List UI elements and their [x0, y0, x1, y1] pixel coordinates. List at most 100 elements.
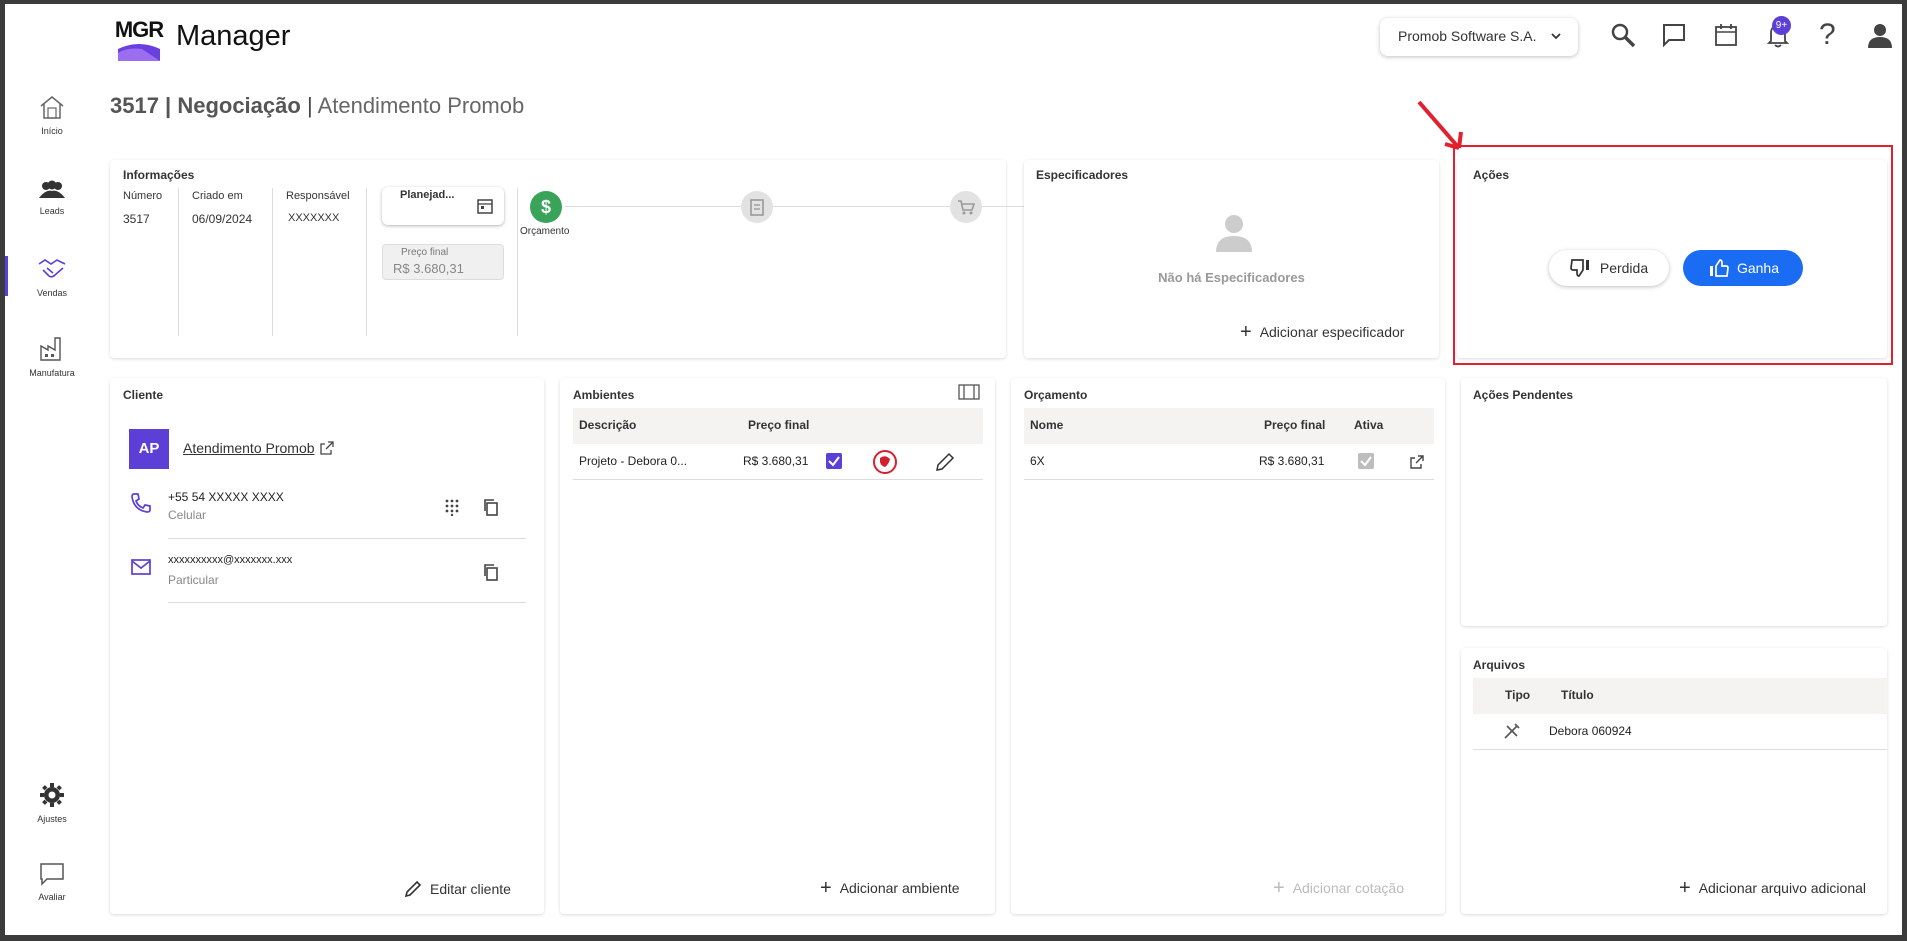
status-select[interactable]: Planejad...: [382, 187, 504, 225]
acoes-pendentes-card: Ações Pendentes: [1461, 378, 1887, 626]
page-title: 3517 | Negociação | Atendimento Promob: [110, 93, 524, 119]
company-select[interactable]: Promob Software S.A.: [1380, 18, 1578, 56]
add-especificador-label: Adicionar especificador: [1259, 324, 1405, 340]
add-arquivo-button[interactable]: + Adicionar arquivo adicional: [1679, 877, 1867, 899]
logo-text: MGR: [114, 17, 164, 42]
open-external-icon[interactable]: [1409, 454, 1425, 470]
cliente-name-link[interactable]: Atendimento Promob: [183, 440, 335, 456]
preco-final-label: Preço final: [401, 247, 449, 258]
orcamento-title: Orçamento: [1024, 388, 1088, 402]
row-preco: R$ 3.680,31: [743, 454, 809, 468]
sidebar-item-label: Ajustes: [37, 814, 67, 824]
row-descricao: Projeto - Debora 0...: [579, 454, 688, 468]
col-tipo: Tipo: [1505, 688, 1531, 702]
numero-value: 3517: [123, 212, 150, 226]
add-cotacao-button[interactable]: + Adicionar cotação: [1273, 877, 1404, 899]
chevron-down-icon: [1551, 33, 1561, 40]
help-icon[interactable]: ?: [1819, 18, 1836, 52]
checkbox-disabled-icon: [1358, 453, 1374, 469]
external-link-icon: [319, 441, 334, 455]
message-icon[interactable]: [1661, 22, 1687, 48]
copy-icon[interactable]: [482, 498, 500, 516]
sidebar-item-label: Manufatura: [29, 368, 75, 378]
phone-type: Celular: [168, 508, 207, 522]
row-preco: R$ 3.680,31: [1259, 454, 1325, 468]
highlight-box: [1453, 145, 1893, 365]
stage-line: [565, 206, 1075, 207]
pencil-icon[interactable]: [935, 452, 955, 472]
arquivos-card: Arquivos Tipo Título Debora 060924 + Adi…: [1461, 648, 1887, 914]
calendar-icon: [477, 199, 493, 214]
avatar: AP: [129, 429, 169, 469]
row-nome: 6X: [1030, 454, 1045, 468]
pencil-icon: [404, 880, 422, 898]
sidebar-item-label: Avaliar: [38, 892, 66, 902]
notification-badge: 9+: [1772, 16, 1791, 35]
criado-label: Criado em: [192, 190, 243, 202]
cliente-title: Cliente: [123, 388, 164, 402]
add-arquivo-label: Adicionar arquivo adicional: [1698, 880, 1867, 896]
plus-icon: +: [1240, 321, 1252, 343]
sidebar-item-inicio[interactable]: Início: [5, 94, 99, 136]
divider: [517, 188, 518, 336]
calendar-icon[interactable]: [1713, 22, 1739, 48]
gear-icon: [40, 783, 64, 807]
informacoes-title: Informações: [123, 168, 195, 182]
cliente-card: Cliente AP Atendimento Promob +55 54 XXX…: [110, 378, 544, 914]
page-title-number: 3517 | Negociação: [110, 93, 301, 118]
email-type: Particular: [168, 573, 219, 587]
table-row[interactable]: 6X R$ 3.680,31: [1024, 444, 1434, 480]
panel-toggle-icon[interactable]: [958, 384, 980, 400]
informacoes-card: Informações Número 3517 Criado em 06/09/…: [110, 160, 1075, 358]
sidebar-item-avaliar[interactable]: Avaliar: [5, 862, 99, 902]
factory-icon: [40, 337, 61, 361]
render-status-icon[interactable]: [873, 450, 897, 474]
edit-cliente-button[interactable]: Editar cliente: [404, 880, 511, 898]
sidebar-item-label: Leads: [39, 206, 65, 216]
add-cotacao-label: Adicionar cotação: [1292, 880, 1404, 896]
preco-final-field: Preço final R$ 3.680,31: [382, 244, 504, 280]
responsavel-value: XXXXXXX: [288, 212, 340, 224]
phone-icon: [131, 493, 151, 513]
status-select-value: Planejad...: [400, 189, 455, 201]
search-icon[interactable]: [1610, 22, 1636, 48]
app-logo[interactable]: MGR: [114, 13, 164, 61]
page-title-client: Atendimento Promob: [317, 93, 525, 118]
col-ativa: Ativa: [1354, 418, 1384, 432]
col-titulo: Título: [1561, 688, 1594, 702]
especificadores-card: Especificadores Não há Especificadores +…: [1024, 160, 1439, 358]
clipboard-icon[interactable]: [741, 191, 773, 223]
add-especificador-button[interactable]: + Adicionar especificador: [1240, 321, 1405, 343]
col-nome: Nome: [1030, 418, 1064, 432]
home-icon: [40, 96, 64, 119]
checkbox-checked-icon[interactable]: [826, 453, 842, 469]
handshake-icon: [38, 259, 66, 278]
orcamento-table-header: Nome Preço final Ativa: [1024, 408, 1434, 444]
arquivos-title: Arquivos: [1473, 658, 1526, 672]
sidebar-item-manufatura[interactable]: Manufatura: [5, 334, 99, 378]
table-row[interactable]: Debora 060924: [1473, 714, 1887, 750]
edit-cliente-label: Editar cliente: [430, 881, 511, 897]
ambientes-table-header: Descrição Preço final: [573, 408, 983, 444]
plus-icon: +: [1273, 877, 1285, 899]
arquivos-table-header: Tipo Título: [1473, 678, 1887, 714]
add-ambiente-button[interactable]: + Adicionar ambiente: [820, 878, 960, 898]
responsavel-label: Responsável: [286, 190, 350, 202]
col-preco-final: Preço final: [748, 418, 810, 432]
sidebar-item-ajustes[interactable]: Ajustes: [5, 782, 99, 824]
divider: [168, 538, 526, 539]
copy-icon[interactable]: [482, 563, 500, 581]
email-icon: [131, 559, 151, 575]
sidebar-item-leads[interactable]: Leads: [5, 180, 99, 216]
dollar-icon[interactable]: $: [530, 191, 562, 223]
especificadores-title: Especificadores: [1036, 168, 1129, 182]
plus-icon: +: [1679, 877, 1691, 899]
sidebar-item-vendas[interactable]: Vendas: [5, 256, 99, 298]
cliente-name: Atendimento Promob: [183, 440, 315, 456]
dialpad-icon[interactable]: [444, 498, 460, 516]
orcamento-card: Orçamento Nome Preço final Ativa 6X R$ 3…: [1011, 378, 1445, 914]
divider: [366, 188, 367, 336]
table-row[interactable]: Projeto - Debora 0... R$ 3.680,31: [573, 444, 983, 480]
user-icon[interactable]: [1866, 22, 1894, 48]
cart-icon[interactable]: [950, 191, 982, 223]
